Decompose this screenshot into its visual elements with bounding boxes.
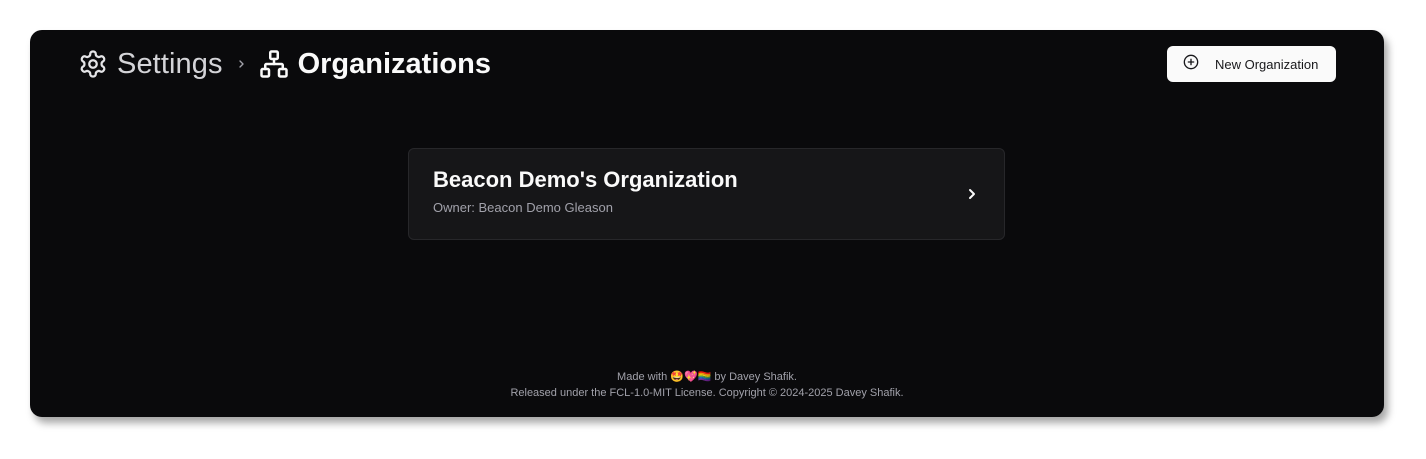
new-organization-button[interactable]: New Organization (1167, 46, 1336, 82)
app-window: Settings Organizations New Organization … (30, 30, 1384, 417)
footer-emoji: 🤩💖🏳️‍🌈 (670, 371, 712, 383)
chevron-right-icon (966, 187, 978, 206)
footer-credit: Made with 🤩💖🏳️‍🌈 by Davey Shafik. (30, 369, 1384, 385)
page-title: Organizations (297, 47, 491, 80)
network-icon (259, 49, 289, 79)
footer-author: by Davey Shafik. (714, 371, 797, 383)
gear-icon (78, 49, 108, 79)
breadcrumb: Settings Organizations (78, 46, 491, 82)
plus-circle-icon (1183, 54, 1199, 75)
footer-license: Released under the FCL-1.0-MIT License. … (510, 387, 904, 399)
new-organization-label: New Organization (1215, 56, 1319, 72)
chevron-right-icon (237, 58, 247, 70)
breadcrumb-settings-label: Settings (117, 47, 223, 80)
organization-owner: Owner: Beacon Demo Gleason (433, 200, 613, 215)
breadcrumb-settings[interactable]: Settings (78, 48, 223, 81)
breadcrumb-organizations: Organizations (259, 48, 491, 81)
organization-card[interactable]: Beacon Demo's Organization Owner: Beacon… (408, 148, 1005, 240)
organization-name: Beacon Demo's Organization (433, 167, 738, 192)
footer: Made with 🤩💖🏳️‍🌈 by Davey Shafik. Releas… (30, 369, 1384, 401)
footer-made-with: Made with (617, 371, 668, 383)
